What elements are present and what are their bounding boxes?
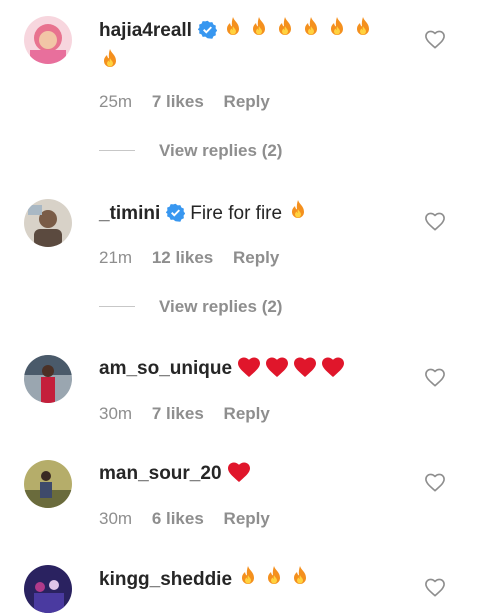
- avatar[interactable]: [24, 355, 72, 403]
- comment-time: 30m: [99, 404, 133, 423]
- reply-button[interactable]: Reply: [224, 509, 270, 528]
- comment-line: am_so_unique: [99, 355, 399, 386]
- view-replies-label: View replies (2): [159, 141, 283, 160]
- like-heart-icon[interactable]: [424, 211, 446, 231]
- comment-body: am_so_unique: [99, 355, 399, 386]
- comment-line: hajia4reall: [99, 16, 399, 80]
- fire-emoji-icon: [237, 565, 259, 597]
- heart-emoji-icon: [293, 356, 317, 386]
- avatar[interactable]: [24, 460, 72, 508]
- comment-meta: 30m 6 likes Reply: [99, 509, 285, 529]
- fire-emoji-icon: [222, 16, 244, 48]
- reply-button[interactable]: Reply: [233, 248, 279, 267]
- view-replies-button[interactable]: View replies (2): [99, 297, 282, 317]
- heart-emoji-icon: [265, 356, 289, 386]
- fire-emoji-icon: [99, 48, 121, 80]
- verified-badge-icon: [166, 203, 186, 230]
- replies-divider: [99, 306, 135, 307]
- fire-emoji-icon: [274, 16, 296, 48]
- like-heart-icon[interactable]: [424, 472, 446, 492]
- fire-emoji-icon: [287, 199, 309, 231]
- view-replies-label: View replies (2): [159, 297, 283, 316]
- fire-emoji-icon: [326, 16, 348, 48]
- comment-username[interactable]: man_sour_20: [99, 463, 222, 484]
- like-heart-icon[interactable]: [424, 367, 446, 387]
- fire-emoji-icon: [300, 16, 322, 48]
- comment-username[interactable]: hajia4reall: [99, 20, 192, 41]
- comment-line: kingg_sheddie: [99, 565, 399, 597]
- comment-likes[interactable]: 12 likes: [152, 248, 213, 267]
- reply-button[interactable]: Reply: [224, 92, 270, 111]
- comment-body: _timini Fire for fire: [99, 199, 399, 231]
- comment-meta: 25m 7 likes Reply: [99, 92, 285, 112]
- comment-body: man_sour_20: [99, 460, 399, 491]
- view-replies-button[interactable]: View replies (2): [99, 141, 282, 161]
- comment-username[interactable]: kingg_sheddie: [99, 569, 232, 590]
- verified-badge-icon: [197, 20, 218, 47]
- heart-emoji-icon: [321, 356, 345, 386]
- comment-time: 21m: [99, 248, 133, 267]
- comment-emojis: [237, 357, 349, 379]
- fire-emoji-icon: [263, 565, 285, 597]
- reply-button[interactable]: Reply: [224, 404, 270, 423]
- comment-meta: 30m 7 likes Reply: [99, 404, 285, 424]
- comment-emojis: [237, 566, 315, 590]
- avatar[interactable]: [24, 199, 72, 247]
- fire-emoji-icon: [289, 565, 311, 597]
- like-heart-icon[interactable]: [424, 577, 446, 597]
- comment-line: _timini Fire for fire: [99, 199, 399, 231]
- replies-divider: [99, 150, 135, 151]
- heart-emoji-icon: [237, 356, 261, 386]
- comment-likes[interactable]: 7 likes: [152, 404, 204, 423]
- comment-meta: 21m 12 likes Reply: [99, 248, 294, 268]
- comment-body: kingg_sheddie: [99, 565, 399, 597]
- avatar[interactable]: [24, 565, 72, 613]
- comment-time: 25m: [99, 92, 133, 111]
- avatar[interactable]: [24, 16, 72, 64]
- comment-time: 30m: [99, 509, 133, 528]
- comment-body: hajia4reall: [99, 16, 399, 80]
- like-heart-icon[interactable]: [424, 29, 446, 49]
- fire-emoji-icon: [248, 16, 270, 48]
- comment-text: Fire for fire: [190, 203, 283, 224]
- comment-emojis: [287, 200, 313, 224]
- comment-likes[interactable]: 6 likes: [152, 509, 204, 528]
- comment-likes[interactable]: 7 likes: [152, 92, 204, 111]
- comment-username[interactable]: _timini: [99, 203, 160, 224]
- heart-emoji-icon: [227, 461, 251, 491]
- comment-emojis: [227, 462, 255, 484]
- comment-username[interactable]: am_so_unique: [99, 358, 232, 379]
- comment-line: man_sour_20: [99, 460, 399, 491]
- fire-emoji-icon: [352, 16, 374, 48]
